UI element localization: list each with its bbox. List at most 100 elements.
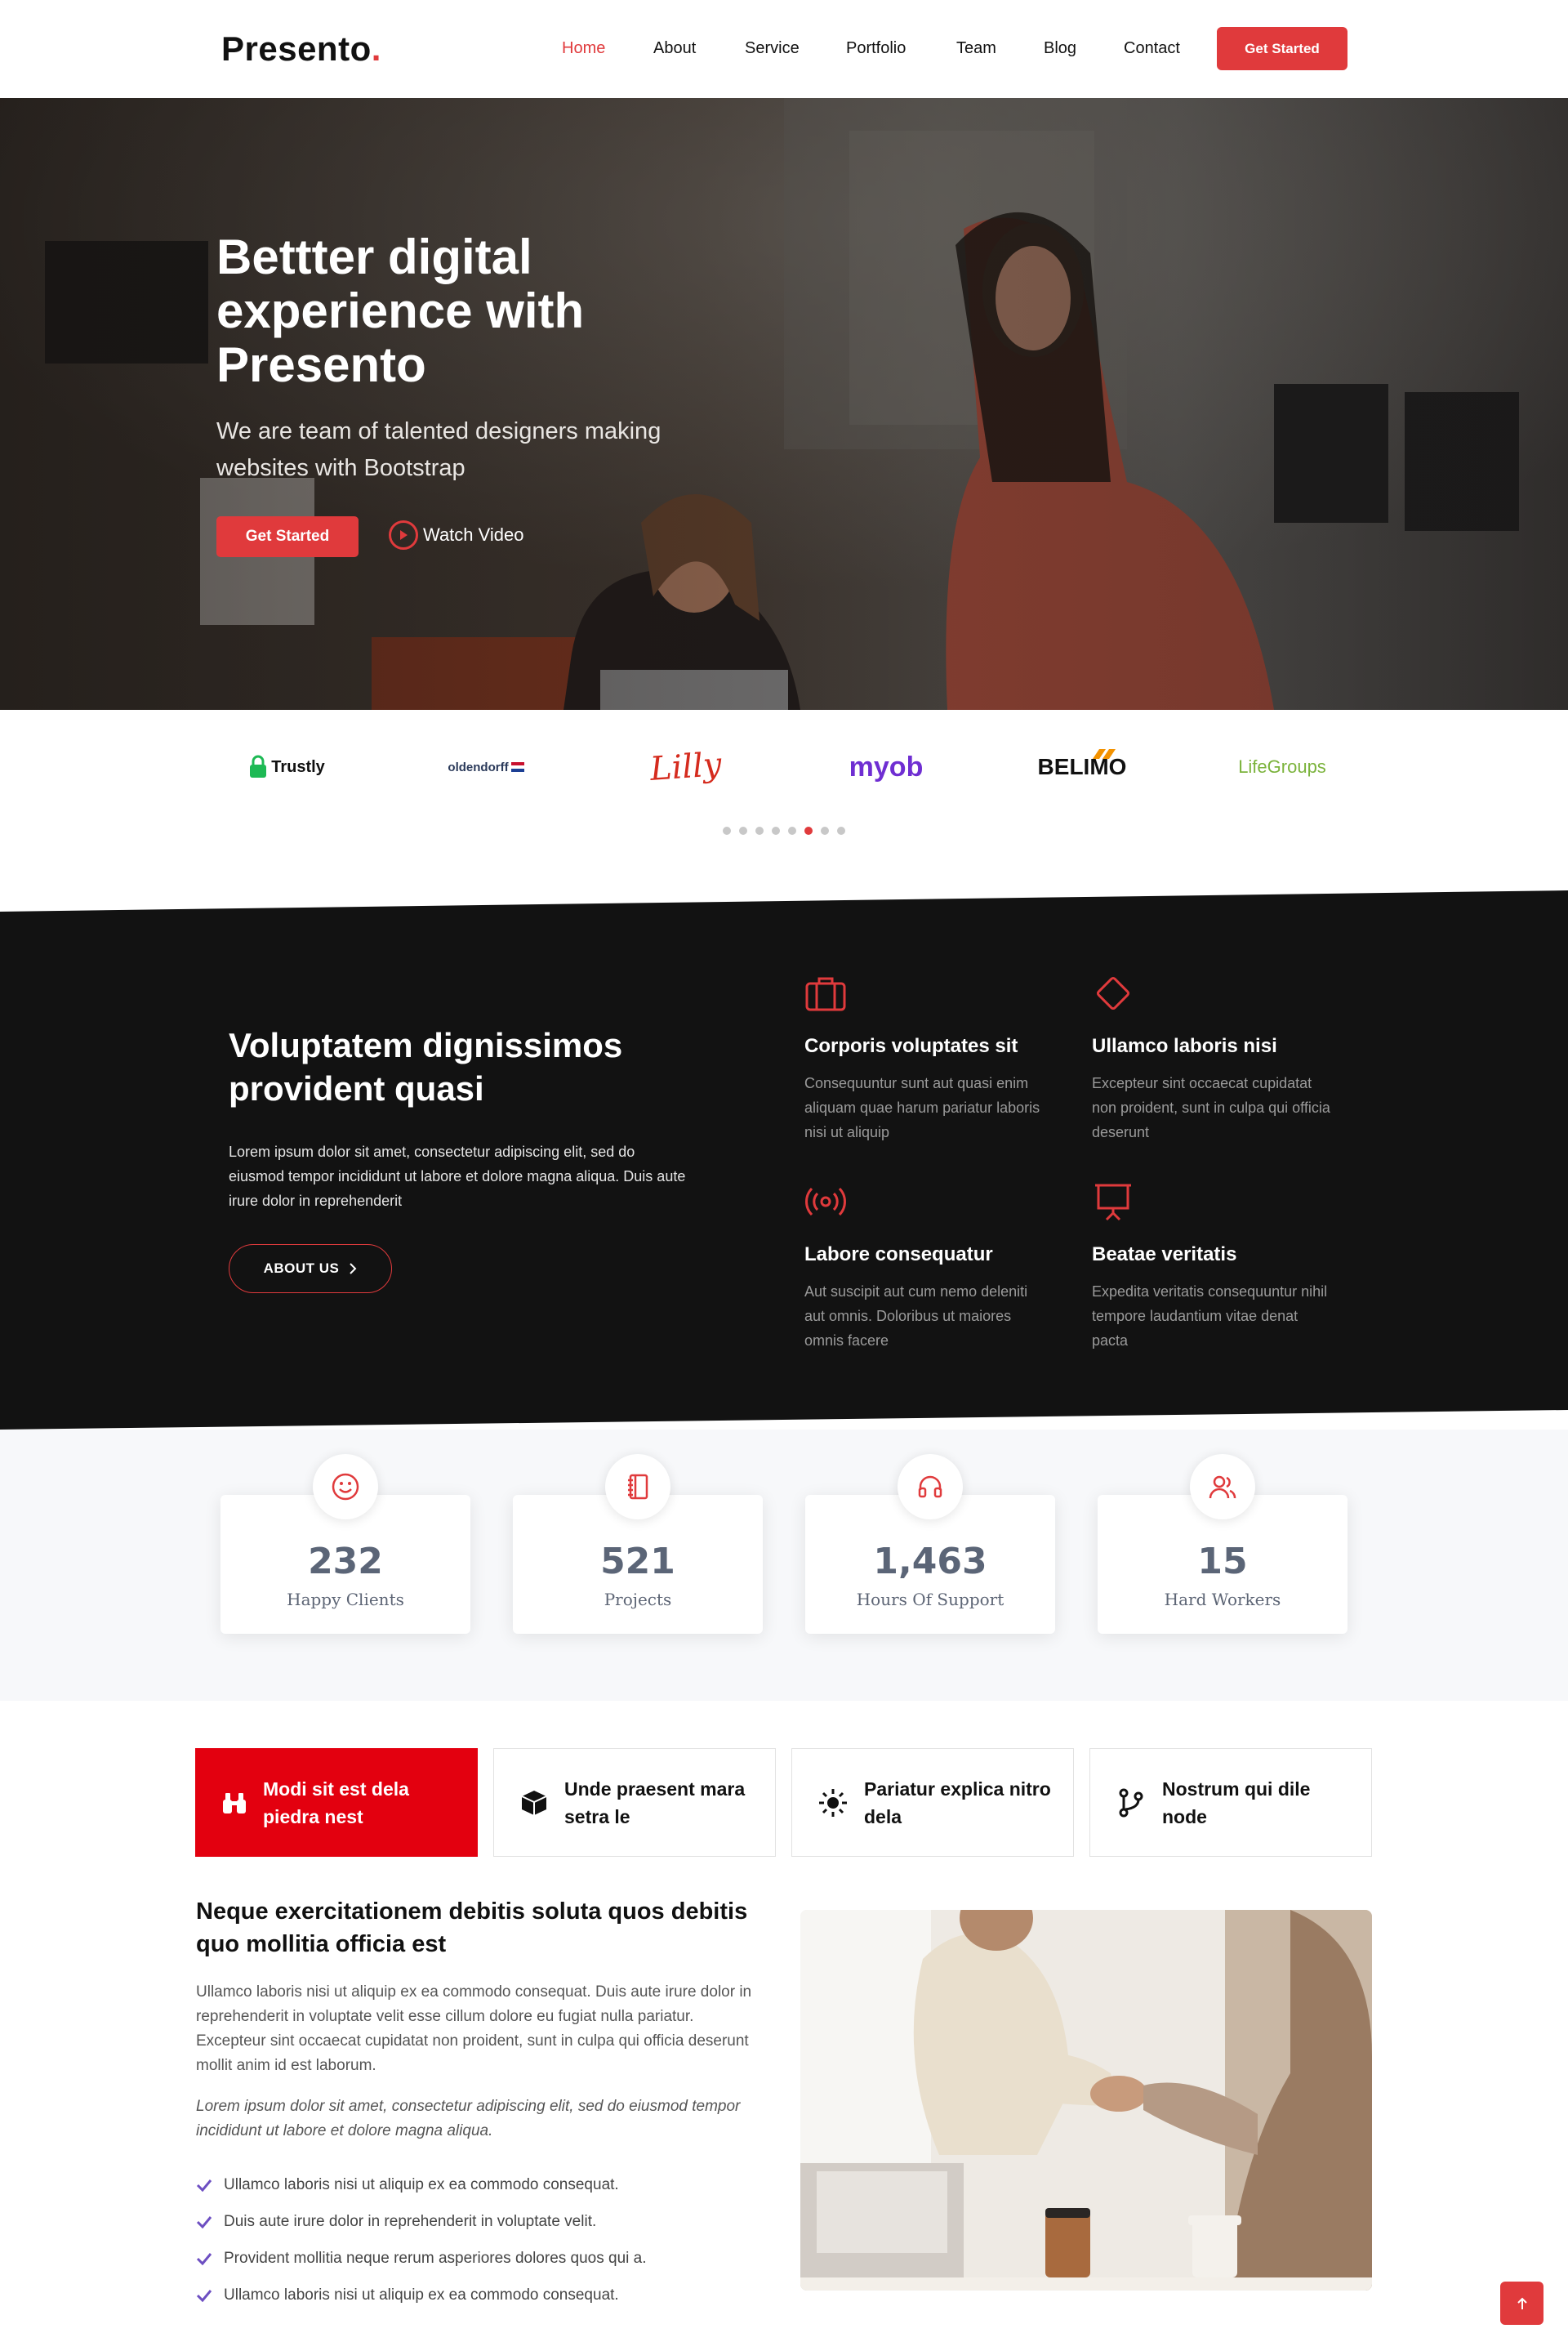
list-item: Duis aute irure dolor in reprehenderit i… (196, 2203, 784, 2240)
nav-contact[interactable]: Contact (1124, 39, 1180, 58)
clients-pagination (723, 827, 845, 835)
pagination-dot[interactable] (821, 827, 829, 835)
list-item: Provident mollitia neque rerum asperiore… (196, 2240, 784, 2277)
binoculars-icon (223, 1792, 246, 1813)
feature-item: Ullamco laboris nisi Excepteur sint occa… (1092, 972, 1337, 1144)
check-icon (196, 2252, 212, 2265)
list-item: Ullamco laboris nisi ut aliquip ex ea co… (196, 2277, 784, 2313)
feature-text: Excepteur sint occaecat cupidatat non pr… (1092, 1075, 1330, 1140)
list-item: Ullamco laboris nisi ut aliquip ex ea co… (196, 2166, 784, 2203)
details-italic-text: Lorem ipsum dolor sit amet, consectetur … (196, 2098, 741, 2139)
nav-home[interactable]: Home (562, 39, 605, 58)
client-logo-myob: myob (841, 751, 931, 783)
hero-section: Bettter digital experience with Presento… (0, 98, 1568, 710)
journal-icon (605, 1454, 670, 1519)
diamond-icon (1096, 976, 1130, 1010)
about-text: Lorem ipsum dolor sit amet, consectetur … (229, 1144, 686, 1209)
list-item-text: Ullamco laboris nisi ut aliquip ex ea co… (224, 2176, 619, 2193)
client-logo-text: oldendorff (448, 760, 509, 774)
feature-item: Beatae veritatis Expedita veritatis cons… (1092, 1180, 1337, 1353)
tab-unde-praesent[interactable]: Unde praesent mara setra le (493, 1748, 776, 1857)
details-title: Neque exercitationem debitis soluta quos… (196, 1898, 748, 1957)
tab-modi-sit[interactable]: Modi sit est dela piedra nest (195, 1748, 478, 1857)
back-to-top-button[interactable] (1500, 2282, 1544, 2325)
tab-pariatur-explica[interactable]: Pariatur explica nitro dela (791, 1748, 1074, 1857)
feature-title: Labore consequatur (804, 1243, 993, 1265)
broadcast-icon (805, 1187, 846, 1216)
tab-label: Nostrum qui dile node (1162, 1778, 1311, 1827)
brand-dot: . (371, 29, 381, 68)
stat-card: 1,463 Hours Of Support (805, 1454, 1055, 1634)
client-logo-belimo: BELIMO (1037, 749, 1127, 783)
trustly-lock-icon (250, 755, 267, 778)
box-icon (521, 1790, 547, 1815)
stat-card: 232 Happy Clients (220, 1454, 470, 1634)
briefcase-icon (805, 977, 846, 1011)
emoji-smile-icon (313, 1454, 378, 1519)
feature-item: Corporis voluptates sit Consequuntur sun… (804, 972, 1049, 1144)
check-icon (196, 2179, 212, 2192)
feature-text: Aut suscipit aut cum nemo deleniti aut o… (804, 1283, 1028, 1349)
hero-subtitle: We are team of talented designers making… (216, 418, 662, 481)
list-item-text: Ullamco laboris nisi ut aliquip ex ea co… (224, 2286, 619, 2304)
client-logo-lilly: Lilly (637, 744, 735, 790)
about-us-button[interactable]: ABOUT US (229, 1244, 392, 1293)
oldendorff-flag-icon (510, 762, 524, 772)
tab-nostrum-qui[interactable]: Nostrum qui dile node (1089, 1748, 1372, 1857)
about-title: Voluptatem dignissimos provident quasi (229, 1026, 623, 1108)
details-checklist: Ullamco laboris nisi ut aliquip ex ea co… (196, 2166, 784, 2313)
nav-blog[interactable]: Blog (1044, 39, 1076, 58)
easel-icon (1095, 1184, 1131, 1221)
client-logo-lifegroups: LifeGroups (1233, 751, 1331, 783)
hero-get-started-button[interactable]: Get Started (216, 516, 359, 557)
feature-text: Expedita veritatis consequuntur nihil te… (1092, 1283, 1328, 1349)
about-us-label: ABOUT US (263, 1260, 340, 1276)
arrow-up-icon (1517, 2297, 1527, 2309)
stat-value: 1,463 (873, 1541, 987, 1582)
stat-value: 15 (1197, 1541, 1248, 1582)
tab-label: Pariatur explica nitro dela (864, 1778, 1051, 1827)
check-icon (196, 2215, 212, 2228)
feature-title: Ullamco laboris nisi (1092, 1035, 1277, 1057)
stat-value: 232 (308, 1541, 383, 1582)
belimo-mark-icon (1093, 749, 1116, 759)
sun-icon (819, 1788, 847, 1817)
watch-video-label: Watch Video (423, 524, 524, 545)
nav-service[interactable]: Service (745, 39, 800, 58)
pagination-dot[interactable] (788, 827, 796, 835)
stat-label: Hours Of Support (856, 1590, 1004, 1609)
stat-label: Hard Workers (1164, 1590, 1281, 1609)
client-logo-oldendorff: oldendorff (441, 751, 531, 783)
watch-video-link[interactable]: Watch Video (389, 518, 524, 552)
pagination-dot[interactable] (772, 827, 780, 835)
tab-label: Unde praesent mara setra le (564, 1778, 746, 1827)
people-icon (1190, 1454, 1255, 1519)
chevron-right-icon (350, 1263, 357, 1274)
list-item-text: Duis aute irure dolor in reprehenderit i… (224, 2213, 597, 2230)
client-logo-text: Trustly (271, 757, 325, 776)
pagination-dot[interactable] (837, 827, 845, 835)
pagination-dot[interactable] (739, 827, 747, 835)
feature-text: Consequuntur sunt aut quasi enim aliquam… (804, 1075, 1040, 1140)
stat-card: 15 Hard Workers (1098, 1454, 1348, 1634)
feature-title: Corporis voluptates sit (804, 1035, 1018, 1057)
nav-team[interactable]: Team (956, 39, 996, 58)
pagination-dot-active[interactable] (804, 827, 813, 835)
nav-portfolio[interactable]: Portfolio (846, 39, 906, 58)
pagination-dot[interactable] (723, 827, 731, 835)
client-logo-text: Lilly (648, 746, 724, 788)
pagination-dot[interactable] (755, 827, 764, 835)
feature-title: Beatae veritatis (1092, 1243, 1237, 1265)
check-icon (196, 2289, 212, 2302)
feature-item: Labore consequatur Aut suscipit aut cum … (804, 1180, 1049, 1353)
clients-section: Trustly oldendorff Lilly myob BELIMO Lif… (0, 710, 1568, 898)
nav-about[interactable]: About (653, 39, 696, 58)
brand-logo[interactable]: Presento. (221, 29, 381, 69)
client-logo-text: LifeGroups (1238, 756, 1326, 777)
list-item-text: Provident mollitia neque rerum asperiore… (224, 2250, 647, 2267)
handshake-photo (800, 1910, 1372, 2291)
header-get-started-button[interactable]: Get Started (1217, 27, 1348, 70)
hero-title: Bettter digital experience with Presento (216, 230, 585, 392)
site-header: Presento. Home About Service Portfolio T… (0, 0, 1568, 98)
details-text: Ullamco laboris nisi ut aliquip ex ea co… (196, 1983, 752, 2074)
